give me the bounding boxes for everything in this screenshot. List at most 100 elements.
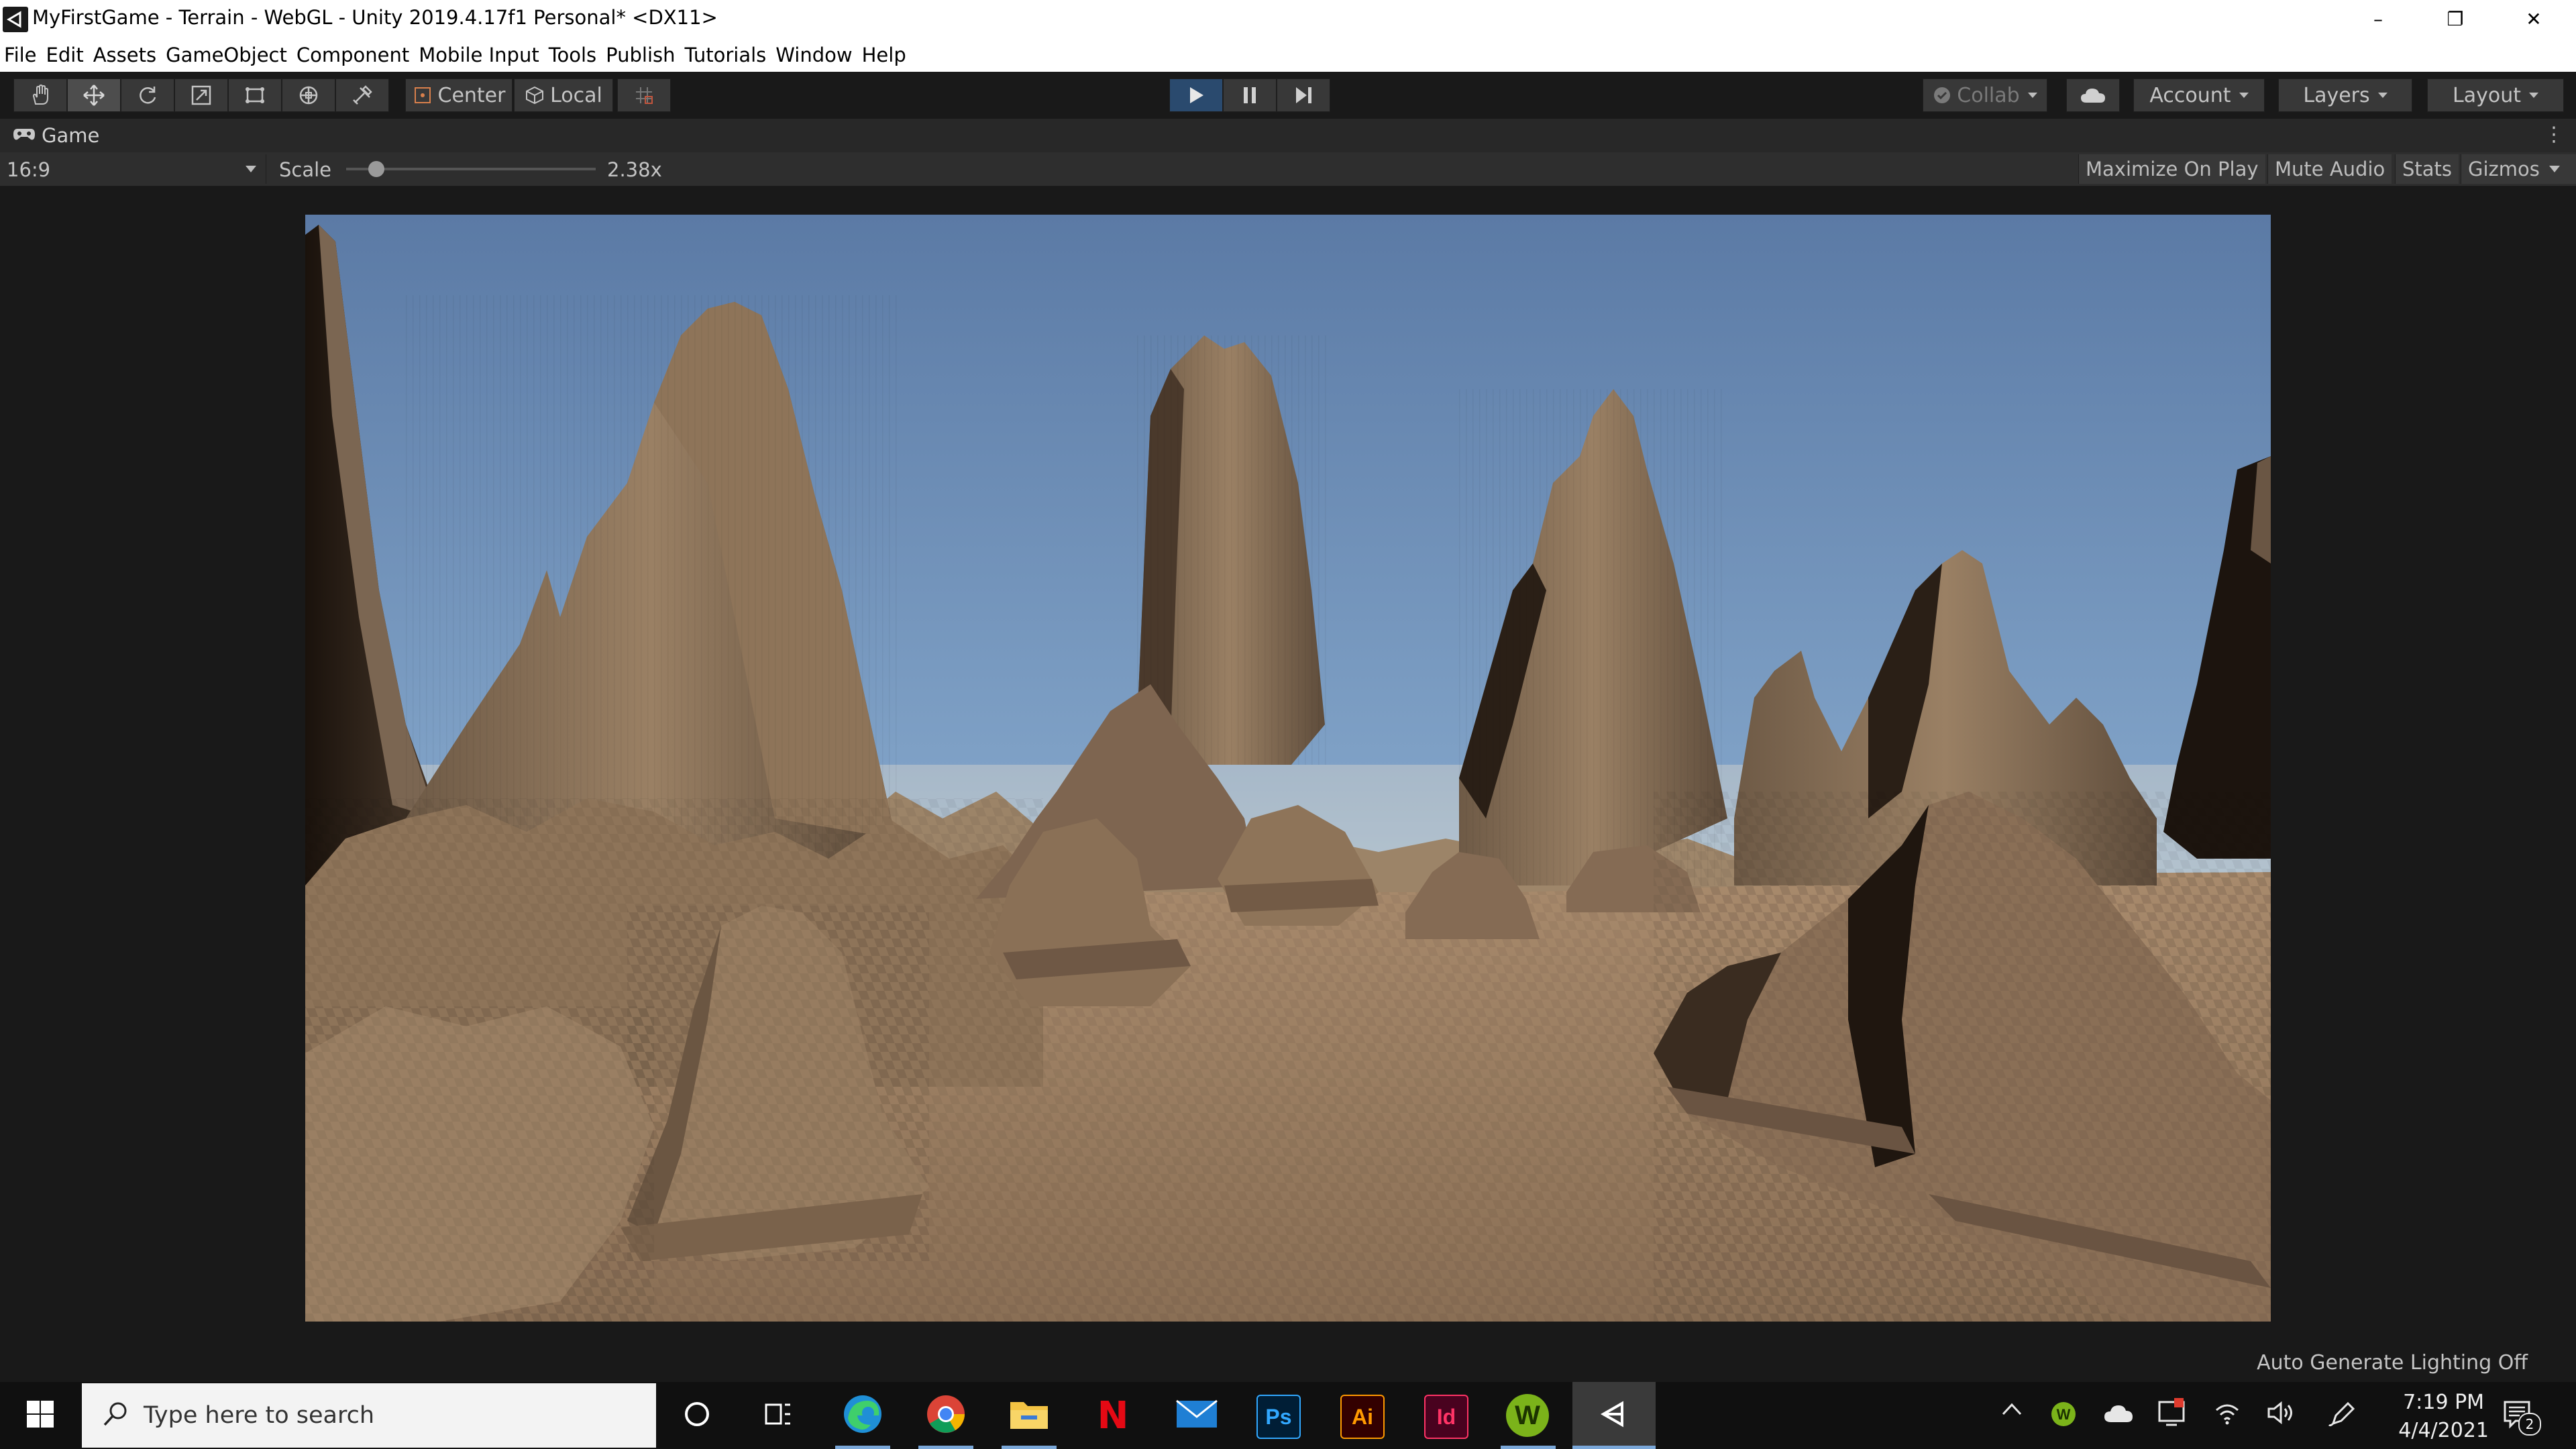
file-explorer-app[interactable]	[1005, 1391, 1053, 1440]
notification-count: 2	[2518, 1413, 2541, 1436]
unity-app[interactable]	[1590, 1391, 1638, 1440]
maximize-on-play-toggle[interactable]: Maximize On Play	[2078, 154, 2265, 184]
edge-app[interactable]	[839, 1391, 887, 1440]
restore-button[interactable]: ❐	[2418, 0, 2492, 38]
menu-mobile-input[interactable]: Mobile Input	[414, 44, 543, 66]
rotate-tool-button[interactable]	[121, 78, 174, 112]
start-button[interactable]	[0, 1382, 80, 1449]
windows-logo-icon	[27, 1401, 54, 1430]
custom-tool-icon	[351, 84, 374, 107]
game-tab-row: Game ⋮	[0, 119, 2576, 152]
move-icon	[82, 83, 106, 107]
layers-dropdown[interactable]: Layers	[2278, 78, 2412, 112]
cloud-icon	[2080, 87, 2106, 104]
w-app-icon: W	[1515, 1400, 1540, 1430]
local-cube-icon	[525, 85, 545, 105]
menu-tools[interactable]: Tools	[544, 44, 601, 66]
step-button[interactable]	[1277, 78, 1330, 112]
aspect-chevron-icon	[246, 166, 256, 172]
volume-icon[interactable]	[2266, 1401, 2296, 1430]
mail-app[interactable]	[1173, 1391, 1221, 1440]
indesign-app[interactable]: Id	[1424, 1395, 1468, 1439]
taskbar-clock[interactable]: 7:19 PM 4/4/2021	[2398, 1389, 2489, 1445]
security-icon[interactable]	[2157, 1398, 2186, 1433]
pen-icon[interactable]	[2328, 1399, 2357, 1434]
transform-icon	[297, 84, 320, 107]
netflix-app[interactable]: N	[1089, 1391, 1137, 1440]
taskbar-search-box[interactable]: Type here to search	[82, 1383, 656, 1448]
menu-component[interactable]: Component	[292, 44, 414, 66]
cloud-button[interactable]	[2066, 78, 2120, 112]
maximize-on-play-label: Maximize On Play	[2086, 158, 2259, 180]
terrain-scene	[305, 215, 2271, 1322]
aspect-dropdown[interactable]: 16:9	[0, 154, 266, 184]
custom-tool-button[interactable]	[335, 78, 389, 112]
search-icon	[102, 1401, 129, 1430]
account-dropdown[interactable]: Account	[2133, 78, 2265, 112]
pivot-local-toggle[interactable]: Local	[514, 78, 613, 112]
mute-audio-toggle[interactable]: Mute Audio	[2267, 154, 2392, 184]
chrome-app[interactable]	[922, 1391, 970, 1440]
illustrator-app[interactable]: Ai	[1340, 1395, 1385, 1439]
pause-icon	[1242, 86, 1258, 105]
lighting-status[interactable]: Auto Generate Lighting Off	[2257, 1351, 2528, 1375]
grid-snap-button[interactable]	[617, 78, 671, 112]
w-app[interactable]: W	[1506, 1394, 1549, 1437]
move-tool-button[interactable]	[67, 78, 121, 112]
folder-icon	[1008, 1395, 1051, 1436]
close-button[interactable]: ✕	[2497, 0, 2571, 38]
menu-file[interactable]: File	[0, 44, 42, 66]
aspect-label: 16:9	[7, 158, 51, 181]
rect-icon	[244, 84, 266, 107]
gizmos-label: Gizmos	[2468, 158, 2540, 180]
hand-tool-button[interactable]	[13, 78, 67, 112]
layout-dropdown[interactable]: Layout	[2427, 78, 2564, 112]
task-view-icon	[763, 1399, 793, 1432]
gizmos-dropdown[interactable]: Gizmos	[2461, 154, 2576, 184]
scale-value: 2.38x	[607, 158, 662, 181]
menu-window[interactable]: Window	[771, 44, 857, 66]
mute-audio-label: Mute Audio	[2275, 158, 2385, 180]
rect-tool-button[interactable]	[228, 78, 282, 112]
main-toolbar: Center Local Collab Account Layers Layou…	[0, 72, 2576, 119]
menu-tutorials[interactable]: Tutorials	[680, 44, 771, 66]
pause-button[interactable]	[1223, 78, 1277, 112]
explorer-active-indicator	[1002, 1446, 1057, 1449]
menu-publish[interactable]: Publish	[601, 44, 680, 66]
scale-tool-button[interactable]	[174, 78, 228, 112]
tray-overflow-icon[interactable]	[2000, 1399, 2023, 1425]
svg-text:W: W	[2057, 1406, 2071, 1423]
task-view-button[interactable]	[754, 1391, 802, 1440]
wifi-icon[interactable]	[2214, 1401, 2241, 1430]
unity-active-indicator	[1572, 1446, 1656, 1449]
photoshop-app[interactable]: Ps	[1256, 1395, 1301, 1439]
account-label: Account	[2149, 83, 2231, 107]
cortana-button[interactable]	[673, 1391, 721, 1440]
pivot-center-label: Center	[437, 83, 506, 107]
pivot-center-toggle[interactable]: Center	[405, 78, 513, 112]
menu-edit[interactable]: Edit	[42, 44, 89, 66]
transform-tool-button[interactable]	[282, 78, 335, 112]
tray-w-app-icon[interactable]: W	[2050, 1401, 2077, 1433]
menu-gameobject[interactable]: GameObject	[161, 44, 292, 66]
netflix-icon: N	[1097, 1393, 1129, 1438]
gamepad-icon	[12, 124, 36, 147]
collab-dropdown[interactable]: Collab	[1923, 78, 2047, 112]
tab-menu-icon[interactable]: ⋮	[2544, 123, 2564, 146]
onedrive-icon[interactable]	[2103, 1403, 2134, 1429]
menu-help[interactable]: Help	[857, 44, 911, 66]
chrome-active-indicator	[918, 1446, 973, 1449]
pivot-local-label: Local	[550, 83, 602, 107]
gizmos-chevron-icon	[2548, 166, 2560, 172]
mail-icon	[1175, 1398, 1218, 1434]
notification-center-button[interactable]: 2	[2502, 1399, 2541, 1436]
game-tab[interactable]: Game	[12, 124, 99, 147]
scale-slider-handle[interactable]	[368, 161, 384, 177]
cortana-icon	[682, 1399, 712, 1432]
stats-toggle[interactable]: Stats	[2395, 154, 2459, 184]
game-viewport[interactable]	[305, 215, 2271, 1322]
menu-assets[interactable]: Assets	[89, 44, 161, 66]
minimize-button[interactable]: –	[2341, 0, 2415, 38]
play-button[interactable]	[1169, 78, 1223, 112]
window-title-bar: MyFirstGame - Terrain - WebGL - Unity 20…	[0, 0, 2576, 38]
